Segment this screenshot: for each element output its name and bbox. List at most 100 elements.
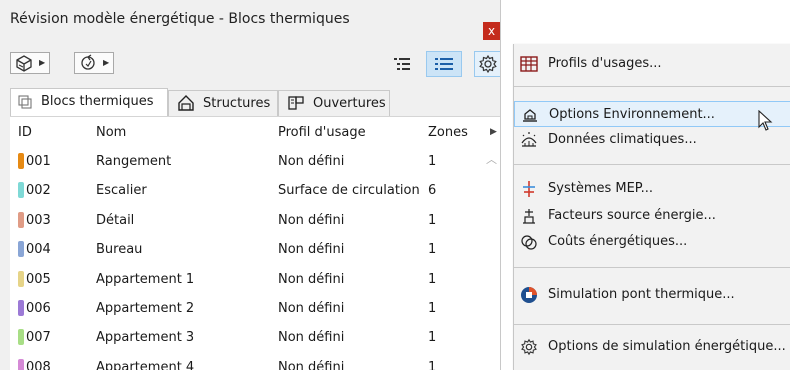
options-menu-button[interactable]: ▶ xyxy=(474,51,500,77)
color-swatch xyxy=(18,241,24,258)
cell-name: Appartement 3 xyxy=(96,330,195,346)
cell-zones: 1 xyxy=(428,330,437,346)
table-row[interactable]: 008 Appartement 4 Non défini 1 xyxy=(10,357,480,370)
color-swatch xyxy=(18,211,24,228)
cell-name: Escalier xyxy=(96,183,147,199)
refresh-button[interactable]: ▶ xyxy=(74,52,114,74)
menu-item-label: Systèmes MEP... xyxy=(548,181,654,196)
cost-icon xyxy=(521,235,537,250)
color-swatch xyxy=(18,182,24,199)
menu-item-label: Profils d'usages... xyxy=(548,56,662,71)
cell-name: Bureau xyxy=(96,242,143,258)
column-header-id[interactable]: ID xyxy=(18,125,32,140)
tree-view-button[interactable] xyxy=(390,54,414,74)
3d-building-icon xyxy=(16,55,32,72)
window-title: Révision modèle énergétique - Blocs ther… xyxy=(10,11,350,27)
environment-house-icon xyxy=(523,109,537,122)
cell-zones: 6 xyxy=(428,183,437,199)
cell-id: 002 xyxy=(26,183,51,199)
mep-pipes-icon xyxy=(523,181,535,197)
cell-id: 004 xyxy=(26,242,51,258)
table-row[interactable]: 007 Appartement 3 Non défini 1 xyxy=(10,327,480,349)
gear-icon xyxy=(479,54,497,74)
mouse-cursor-icon xyxy=(758,110,773,131)
list-view-button[interactable] xyxy=(426,51,462,77)
menu-separator xyxy=(514,324,790,325)
menu-separator xyxy=(514,86,790,87)
color-swatch xyxy=(18,300,24,316)
tab-label: Ouvertures xyxy=(313,96,386,111)
color-swatch xyxy=(18,270,24,287)
column-header-profile[interactable]: Profil d'usage xyxy=(278,125,366,140)
table-row[interactable]: 005 Appartement 1 Non défini 1 xyxy=(10,269,480,291)
cell-id: 007 xyxy=(26,330,51,346)
energy-review-palette: Révision modèle énergétique - Blocs ther… xyxy=(0,0,501,370)
cell-profile: Surface de circulation xyxy=(278,183,420,199)
cell-id: 003 xyxy=(26,212,51,228)
table-row[interactable]: 003 Détail Non défini 1 xyxy=(10,210,480,232)
tab-structures[interactable]: Structures xyxy=(168,90,278,116)
color-swatch xyxy=(18,153,24,169)
cell-zones: 1 xyxy=(428,271,437,287)
menu-item-label: Simulation pont thermique... xyxy=(548,287,735,302)
view-model-button[interactable]: ▶ xyxy=(10,52,50,74)
cell-name: Appartement 2 xyxy=(96,301,195,316)
house-structure-icon xyxy=(178,95,194,111)
table-row[interactable]: 001 Rangement Non défini 1 xyxy=(10,151,480,173)
tab-ouvertures[interactable]: Ouvertures xyxy=(278,90,390,116)
column-header-zones[interactable]: Zones xyxy=(428,125,468,140)
menu-item-couts-energetiques[interactable]: Coûts énergétiques... xyxy=(514,229,790,255)
tab-label: Structures xyxy=(203,96,271,111)
cell-profile: Non défini xyxy=(278,301,345,316)
sun-icon xyxy=(521,132,537,147)
table-row[interactable]: 004 Bureau Non défini 1 xyxy=(10,239,480,261)
cell-name: Détail xyxy=(96,212,135,228)
menu-separator xyxy=(514,164,790,165)
window-opening-icon xyxy=(288,96,304,110)
cell-zones: 1 xyxy=(428,242,437,258)
color-swatch xyxy=(18,358,24,370)
refresh-icon xyxy=(81,54,95,70)
menu-item-label: Facteurs source énergie... xyxy=(548,208,716,223)
cell-id: 008 xyxy=(26,359,51,370)
menu-separator xyxy=(514,267,790,268)
cell-profile: Non défini xyxy=(278,330,345,346)
thermal-bridge-icon xyxy=(521,287,537,303)
dropdown-arrow-icon: ▶ xyxy=(39,58,46,67)
cell-profile: Non défini xyxy=(278,242,345,258)
menu-item-options-simulation-energetique[interactable]: Options de simulation énergétique... xyxy=(514,334,790,360)
scroll-right-arrow-icon[interactable]: ▶ xyxy=(490,127,497,137)
title-bar: Révision modèle énergétique - Blocs ther… xyxy=(0,0,500,40)
list-icon xyxy=(435,58,453,70)
tree-list-icon xyxy=(394,58,410,70)
cell-zones: 1 xyxy=(428,301,437,316)
cell-zones: 1 xyxy=(428,154,437,169)
cell-profile: Non défini xyxy=(278,359,345,370)
dropdown-arrow-icon: ▶ xyxy=(103,58,110,67)
menu-item-donnees-climatiques[interactable]: Données climatiques... xyxy=(514,127,790,153)
tab-label: Blocs thermiques xyxy=(41,94,154,109)
menu-item-label: Options de simulation énergétique... xyxy=(548,339,786,354)
energy-factor-icon xyxy=(523,209,535,224)
tab-blocs-thermiques[interactable]: Blocs thermiques xyxy=(10,88,168,116)
options-dropdown-menu: Profils d'usages... Options Environnemen… xyxy=(513,44,790,370)
cell-id: 005 xyxy=(26,271,51,287)
menu-item-facteurs-source-energie[interactable]: Facteurs source énergie... xyxy=(514,203,790,229)
column-header-name[interactable]: Nom xyxy=(96,125,126,140)
table-row[interactable]: 002 Escalier Surface de circulation 6 xyxy=(10,180,480,202)
cell-zones: 1 xyxy=(428,359,437,370)
menu-item-label: Coûts énergétiques... xyxy=(548,234,688,249)
cell-profile: Non défini xyxy=(278,212,345,228)
menu-item-profils-usages[interactable]: Profils d'usages... xyxy=(514,51,790,77)
menu-item-options-environnement[interactable]: Options Environnement... xyxy=(514,101,790,127)
menu-item-simulation-pont-thermique[interactable]: Simulation pont thermique... xyxy=(514,282,790,308)
scroll-up-arrow-icon[interactable]: ︿ xyxy=(486,151,497,167)
close-button[interactable]: x xyxy=(483,22,500,40)
cell-name: Appartement 4 xyxy=(96,359,195,370)
cell-zones: 1 xyxy=(428,212,437,228)
color-swatch xyxy=(18,329,24,346)
menu-item-label: Données climatiques... xyxy=(548,132,697,147)
table-row[interactable]: 006 Appartement 2 Non défini 1 xyxy=(10,298,480,320)
gear-icon xyxy=(521,338,537,356)
menu-item-systemes-mep[interactable]: Systèmes MEP... xyxy=(514,176,790,202)
